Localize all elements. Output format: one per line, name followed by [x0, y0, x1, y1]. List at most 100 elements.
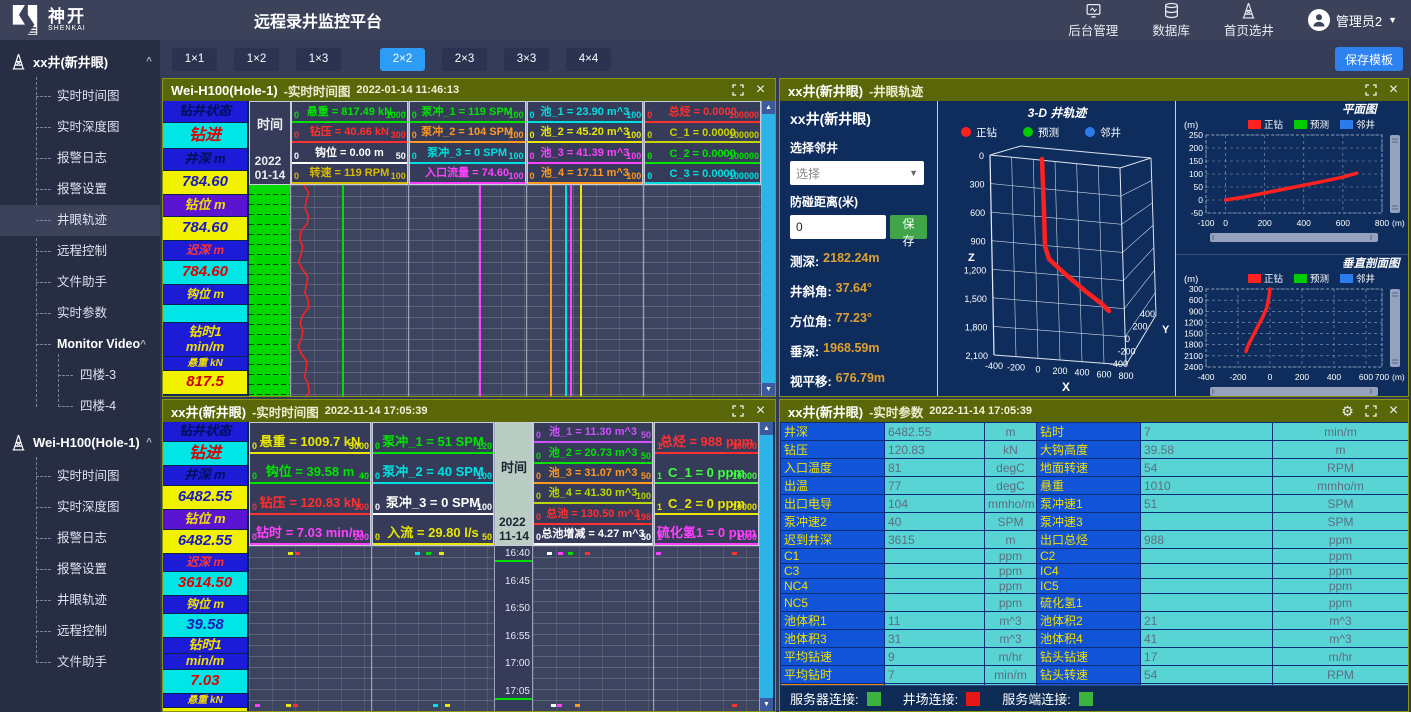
gear-icon[interactable]: ⚙ [1341, 405, 1354, 418]
grid-button-2×2[interactable]: 2×2 [380, 48, 425, 71]
status-label: 井场连接: [903, 689, 959, 708]
curve-min: 0 [412, 110, 417, 120]
curve-label: 悬重 = 1009.7 kN [260, 431, 361, 452]
close-icon[interactable]: × [1387, 405, 1400, 418]
distance-input[interactable] [790, 215, 886, 239]
grid-button-2×3[interactable]: 2×3 [442, 48, 487, 71]
expand-icon[interactable] [731, 84, 744, 97]
grid-button-1×3[interactable]: 1×3 [296, 48, 341, 71]
param-label: 池体积1 [781, 612, 885, 630]
sidebar-item[interactable]: 井眼轨迹 [0, 205, 160, 236]
value-cell: 39.58 [163, 614, 247, 638]
user-menu[interactable]: 管理员2 ▼ [1308, 9, 1397, 31]
expand-icon[interactable] [1364, 84, 1377, 97]
curve-max: 300 [354, 502, 369, 512]
sidebar-item[interactable]: Monitor Video^ [0, 329, 160, 360]
svg-text:-400: -400 [1110, 359, 1128, 369]
sidebar-subitem[interactable]: 四楼-4 [0, 391, 160, 422]
log-track: 0悬重 = 817.49 kN10000钻压 = 40.66 kN3000钩位 … [291, 101, 409, 396]
scrollbar-track[interactable] [762, 114, 775, 383]
sidebar-item[interactable]: 报警日志 [0, 143, 160, 174]
curve-header: 0入流 = 29.80 l/s50 [373, 515, 493, 546]
close-icon[interactable]: × [1387, 84, 1400, 97]
sidebar-subgroup: 四楼-3四楼-4 [0, 360, 160, 422]
sidebar-item[interactable]: 实时深度图 [0, 492, 160, 523]
scroll-down-icon[interactable]: ▼ [762, 383, 775, 396]
nav-well-select[interactable]: 首页选井 [1224, 2, 1274, 39]
save-distance-button[interactable]: 保存 [890, 215, 927, 239]
param-value [1141, 594, 1273, 612]
lithology-depth-track [249, 185, 291, 396]
svg-text:0: 0 [1198, 195, 1203, 205]
layout-toolbar: 1×1 1×2 1×3 2×2 2×3 3×3 4×4 保存模板 [160, 40, 1411, 78]
panel-realtime-params: xx井(新井眼)-实时参数2022-11-14 17:05:39⚙×井深6482… [779, 399, 1409, 712]
curve-header: 0C_1 = 0.0000100000 [645, 123, 760, 144]
svg-text:900: 900 [971, 237, 986, 247]
svg-text:200: 200 [1258, 218, 1272, 228]
label-cell: 迟深 m [163, 554, 247, 572]
param-value: 11 [885, 612, 985, 630]
expand-icon[interactable] [731, 405, 744, 418]
nav-database[interactable]: 数据库 [1152, 2, 1190, 39]
curve-header: 0池_1 = 23.90 m^3100 [528, 102, 643, 123]
curve-max: 50 [396, 151, 406, 161]
sidebar-item[interactable]: 井眼轨迹 [0, 585, 160, 616]
grid-button-4×4[interactable]: 4×4 [566, 48, 611, 71]
value-cell: 3614.50 [163, 572, 247, 596]
info-label: 垂深: [790, 341, 819, 360]
curve-max: 100 [626, 151, 641, 161]
close-icon[interactable]: × [754, 84, 767, 97]
param-label: 平均钻速 [781, 648, 885, 666]
curve-min: 0 [294, 130, 299, 140]
offset-well-select[interactable]: 选择▼ [790, 161, 924, 185]
sidebar-item[interactable]: 文件助手 [0, 647, 160, 678]
expand-icon[interactable] [1364, 405, 1377, 418]
panel-title: xx井(新井眼) [171, 402, 246, 421]
label-cell: 井深 m [163, 466, 247, 486]
curve-header: 0悬重 = 1009.7 kN3000 [250, 423, 370, 454]
time-tick-label: 16:40 [505, 548, 530, 559]
save-template-button[interactable]: 保存模板 [1335, 47, 1403, 71]
sidebar-item[interactable]: 文件助手 [0, 267, 160, 298]
vertical-scrollbar[interactable]: ▲▼ [760, 422, 773, 711]
sidebar-item[interactable]: 实时深度图 [0, 112, 160, 143]
table-row: 出口电导104mmho/m泵冲速151SPM [781, 495, 1409, 513]
grid-button-3×3[interactable]: 3×3 [504, 48, 549, 71]
curve-label: 钩位 = 39.58 m [266, 461, 355, 482]
grid-button-1×1[interactable]: 1×1 [172, 48, 217, 71]
chevron-up-icon: ^ [146, 437, 152, 448]
sidebar-item[interactable]: 远程控制 [0, 616, 160, 647]
nav-admin[interactable]: 后台管理 [1068, 2, 1118, 39]
sidebar-subitem[interactable]: 四楼-3 [0, 360, 160, 391]
param-value [885, 594, 985, 612]
sidebar-item[interactable]: 远程控制 [0, 236, 160, 267]
sidebar-item[interactable]: 报警设置 [0, 554, 160, 585]
scroll-up-icon[interactable]: ▲ [760, 422, 773, 435]
curve-header: 0悬重 = 817.49 kN1000 [292, 102, 407, 123]
sidebar-item[interactable]: 实时时间图 [0, 461, 160, 492]
grid-button-1×2[interactable]: 1×2 [234, 48, 279, 71]
curve-header: 0泵冲_2 = 104 SPM100 [410, 123, 525, 144]
panel-title: Wei-H100(Hole-1) [171, 83, 278, 98]
param-value [1141, 564, 1273, 579]
well-section-0[interactable]: xx井(新井眼)^ [0, 40, 160, 81]
curve-max: 100 [626, 130, 641, 140]
close-icon[interactable]: × [754, 405, 767, 418]
svg-text:200: 200 [1295, 372, 1309, 382]
log-track: 0总烃 = 0.00001000000C_1 = 0.00001000000C_… [644, 101, 762, 396]
sidebar-item[interactable]: 实时时间图 [0, 81, 160, 112]
label-cell: 井深 m [163, 149, 247, 171]
curve-max: 100 [626, 110, 641, 120]
param-value: 40 [885, 513, 985, 531]
label-cell: 悬重 kN [163, 694, 247, 708]
well-section-1[interactable]: Wei-H100(Hole-1)^ [0, 422, 160, 461]
sidebar-item[interactable]: 实时参数 [0, 298, 160, 329]
vertical-scrollbar[interactable]: ▲▼ [762, 101, 775, 396]
curve-max: 3000 [349, 441, 369, 451]
scrollbar-track[interactable] [760, 435, 773, 698]
scroll-up-icon[interactable]: ▲ [762, 101, 775, 114]
track-plot [372, 546, 494, 711]
scroll-down-icon[interactable]: ▼ [760, 698, 773, 711]
sidebar-item[interactable]: 报警设置 [0, 174, 160, 205]
sidebar-item[interactable]: 报警日志 [0, 523, 160, 554]
